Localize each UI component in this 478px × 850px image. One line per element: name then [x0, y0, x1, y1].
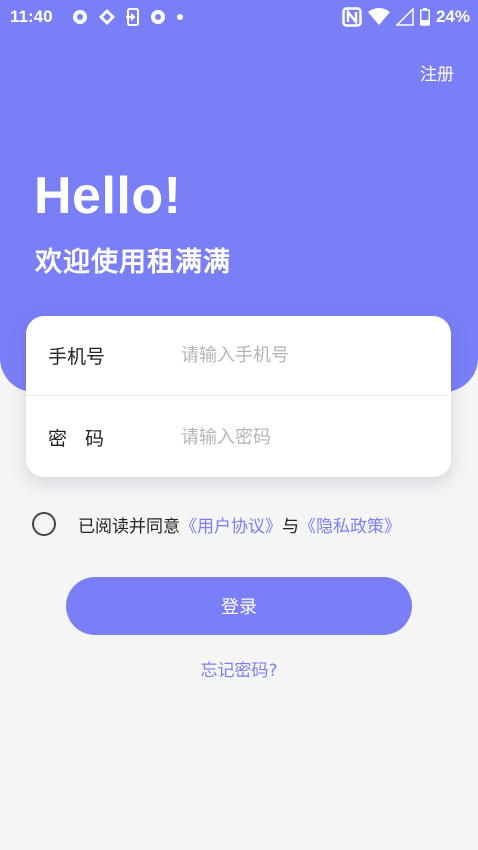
status-time: 11:40 [10, 7, 53, 26]
agreement-conjunction: 与 [282, 516, 299, 537]
phone-label: 手机号 [48, 346, 106, 368]
password-row: 密码 [26, 397, 451, 477]
login-button[interactable]: 登录 [66, 577, 412, 635]
privacy-policy-link[interactable]: 《隐私政策》 [299, 512, 401, 537]
battery-icon [419, 8, 430, 26]
password-input[interactable] [181, 417, 431, 457]
agreement-prefix: 已阅读并同意 [78, 516, 180, 537]
phone-row: 手机号 [26, 316, 451, 396]
password-label: 密码 [48, 427, 123, 450]
agreement-row: 已阅读并同意 《用户协议》 与 《隐私政策》 [32, 511, 401, 537]
battery-percentage: 24% [435, 7, 470, 26]
record-icon [73, 10, 87, 24]
login-form-card: 手机号 密码 [26, 316, 451, 477]
user-agreement-link[interactable]: 《用户协议》 [180, 512, 282, 537]
phone-input[interactable] [181, 335, 431, 376]
dot-icon [177, 14, 183, 20]
register-link[interactable]: 注册 [420, 60, 454, 85]
status-bar: 11:40 24% [0, 0, 478, 34]
wifi-icon [367, 8, 390, 25]
sync-icon [99, 9, 115, 25]
phone-transfer-icon [126, 8, 139, 26]
notification-icons [72, 8, 184, 26]
agreement-checkbox[interactable] [32, 512, 56, 536]
system-icons: 24% [342, 6, 470, 28]
greeting-title: Hello! [34, 167, 182, 225]
forgot-password-link[interactable]: 忘记密码? [0, 656, 478, 681]
record-icon [151, 10, 165, 24]
welcome-subtitle: 欢迎使用租满满 [35, 247, 231, 278]
signal-icon [395, 8, 414, 26]
nfc-icon [342, 7, 362, 27]
